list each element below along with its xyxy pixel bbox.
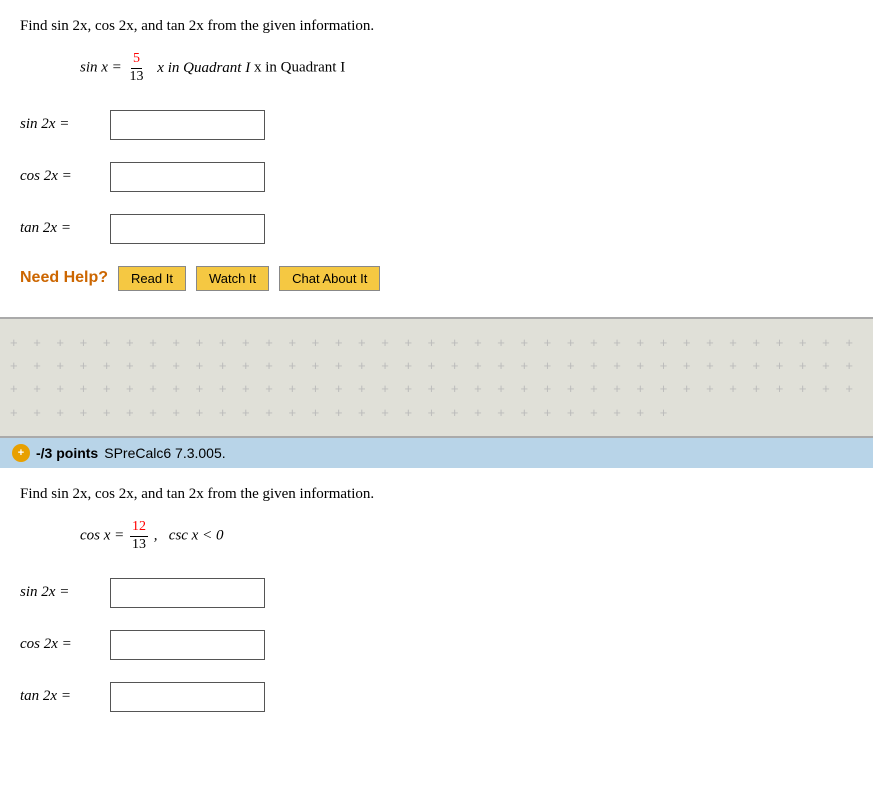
- fraction-1: 5 13: [128, 51, 146, 86]
- problem-1-title: Find sin 2x, cos 2x, and tan 2x from the…: [20, 18, 853, 35]
- points-detail: SPreCalc6 7.3.005.: [104, 445, 225, 461]
- sin2x-input-2[interactable]: [110, 578, 265, 608]
- given-suffix-1: x in Quadrant I: [157, 60, 250, 76]
- given-prefix-2: cos x =: [80, 528, 124, 544]
- sin2x-input-1[interactable]: [110, 110, 265, 140]
- tan2x-input-1[interactable]: [110, 214, 265, 244]
- divider-section: + + + + + + + + + + + + + + + + + + + + …: [0, 317, 873, 439]
- problem-1-given: sin x = 5 13 x in Quadrant I x in Quadra…: [80, 51, 853, 86]
- tan2x-row-2: tan 2x =: [20, 682, 853, 712]
- tan2x-input-2[interactable]: [110, 682, 265, 712]
- read-it-button[interactable]: Read It: [118, 266, 186, 291]
- sin2x-row-1: sin 2x =: [20, 110, 853, 140]
- tan2x-label-2: tan 2x =: [20, 688, 110, 705]
- numerator-1: 5: [131, 51, 142, 69]
- sin2x-label-1: sin 2x =: [20, 116, 110, 133]
- cos2x-label-2: cos 2x =: [20, 636, 110, 653]
- points-text: -/3 points: [36, 445, 98, 461]
- fraction-2: 12 13: [130, 519, 148, 554]
- given-prefix-1: sin x =: [80, 60, 122, 76]
- sin2x-label-2: sin 2x =: [20, 584, 110, 601]
- cos2x-row-1: cos 2x =: [20, 162, 853, 192]
- given-suffix-2: , csc x < 0: [154, 528, 224, 544]
- sin2x-row-2: sin 2x =: [20, 578, 853, 608]
- chat-about-button[interactable]: Chat About It: [279, 266, 380, 291]
- points-circle: +: [12, 444, 30, 462]
- need-help-row: Need Help? Read It Watch It Chat About I…: [20, 266, 853, 291]
- numerator-2: 12: [130, 519, 148, 537]
- cos2x-input-1[interactable]: [110, 162, 265, 192]
- cos2x-input-2[interactable]: [110, 630, 265, 660]
- problem-2-given: cos x = 12 13 , csc x < 0: [80, 519, 853, 554]
- watch-it-button[interactable]: Watch It: [196, 266, 269, 291]
- denominator-1: 13: [128, 69, 146, 86]
- cos2x-label-1: cos 2x =: [20, 168, 110, 185]
- given-quadrant-1: x in Quadrant I: [254, 60, 345, 76]
- tan2x-label-1: tan 2x =: [20, 220, 110, 237]
- tan2x-row-1: tan 2x =: [20, 214, 853, 244]
- problem-2-section: Find sin 2x, cos 2x, and tan 2x from the…: [0, 468, 873, 754]
- denominator-2: 13: [130, 537, 148, 554]
- problem-1-section: Find sin 2x, cos 2x, and tan 2x from the…: [0, 0, 873, 317]
- divider-pattern: + + + + + + + + + + + + + + + + + + + + …: [0, 331, 873, 425]
- need-help-label: Need Help?: [20, 269, 108, 287]
- points-bar: + -/3 points SPreCalc6 7.3.005.: [0, 438, 873, 468]
- cos2x-row-2: cos 2x =: [20, 630, 853, 660]
- problem-2-title: Find sin 2x, cos 2x, and tan 2x from the…: [20, 486, 853, 503]
